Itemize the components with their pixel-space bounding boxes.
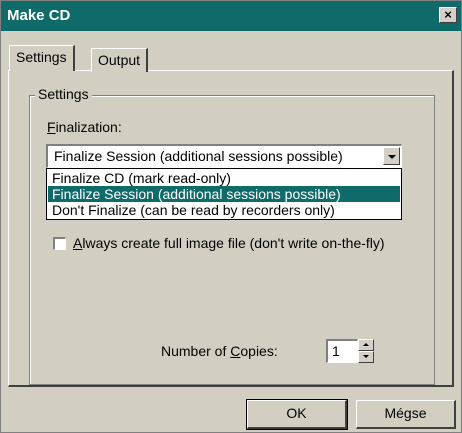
finalization-label-rest: inalization:: [55, 119, 122, 135]
finalization-combobox[interactable]: Finalize Session (additional sessions po…: [46, 144, 402, 168]
window-title: Make CD: [7, 7, 71, 24]
finalization-label: Finalization:: [47, 119, 122, 135]
tab-output[interactable]: Output: [91, 48, 149, 72]
copies-input[interactable]: 1: [326, 339, 358, 363]
title-bar[interactable]: Make CD ×: [1, 1, 461, 31]
copies-decrement-button[interactable]: [358, 351, 374, 363]
copies-label-accel: C: [230, 343, 241, 359]
chevron-down-icon: [388, 155, 396, 159]
full-image-label-accel: A: [73, 235, 83, 251]
tab-settings-label: Settings: [16, 49, 67, 65]
copies-spinner: [358, 339, 374, 363]
full-image-checkbox[interactable]: [53, 237, 66, 250]
tab-output-label: Output: [98, 52, 141, 68]
finalization-option-dont-finalize[interactable]: Don't Finalize (can be read by recorders…: [48, 202, 400, 218]
cancel-button[interactable]: Mégse: [356, 400, 456, 429]
finalization-selected-value: Finalize Session (additional sessions po…: [54, 148, 343, 164]
finalization-dropdown-button[interactable]: [383, 147, 400, 165]
close-button[interactable]: ×: [439, 7, 457, 23]
settings-group-legend: Settings: [35, 86, 92, 102]
copies-label: Number of Copies:: [161, 343, 278, 359]
finalization-option-finalize-session[interactable]: Finalize Session (additional sessions po…: [48, 186, 400, 202]
spin-down-icon: [363, 355, 369, 358]
full-image-checkbox-label[interactable]: Always create full image file (don't wri…: [73, 235, 385, 251]
tab-settings[interactable]: Settings: [9, 45, 75, 71]
finalization-dropdown-list: Finalize CD (mark read-only) Finalize Se…: [46, 168, 402, 220]
ok-button[interactable]: OK: [246, 399, 348, 430]
finalization-label-accel: F: [47, 119, 56, 135]
make-cd-dialog: Make CD × Settings Output Settings Final…: [0, 0, 462, 433]
close-icon: ×: [444, 7, 452, 22]
finalization-option-finalize-cd[interactable]: Finalize CD (mark read-only): [48, 170, 400, 186]
spin-up-icon: [363, 343, 369, 346]
copies-label-before: Number of: [161, 343, 231, 359]
full-image-label-rest: lways create full image file (don't writ…: [82, 235, 385, 251]
copies-label-after: opies:: [240, 343, 278, 359]
copies-increment-button[interactable]: [358, 339, 374, 351]
